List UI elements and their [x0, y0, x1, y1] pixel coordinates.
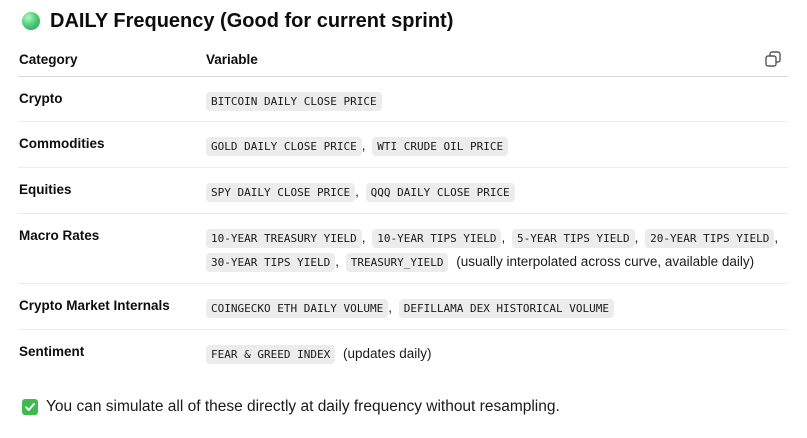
- check-mark-icon: [22, 399, 38, 415]
- variable-code: SPY DAILY CLOSE PRICE: [206, 183, 356, 202]
- table-header: Category Variable: [18, 44, 788, 77]
- variable-code: 10-YEAR TIPS YIELD: [372, 229, 502, 248]
- variable-cell: GOLD DAILY CLOSE PRICE, WTI CRUDE OIL PR…: [206, 134, 788, 158]
- table-row: Sentiment FEAR & GREED INDEX (updates da…: [18, 330, 788, 374]
- category-cell: Sentiment: [19, 344, 85, 359]
- column-header-variable: Variable: [206, 52, 258, 67]
- variable-code: GOLD DAILY CLOSE PRICE: [206, 137, 362, 156]
- variables-table: Category Variable Crypto BITCOIN DAILY C…: [18, 44, 788, 374]
- table-row: Equities SPY DAILY CLOSE PRICE, QQQ DAIL…: [18, 168, 788, 214]
- table-row: Crypto BITCOIN DAILY CLOSE PRICE: [18, 77, 788, 122]
- variable-code: WTI CRUDE OIL PRICE: [372, 137, 509, 156]
- variable-note: (usually interpolated across curve, avai…: [456, 254, 755, 269]
- variable-code: 20-YEAR TIPS YIELD: [645, 229, 775, 248]
- variable-code: 10-YEAR TREASURY YIELD: [206, 229, 362, 248]
- variable-code: QQQ DAILY CLOSE PRICE: [365, 183, 515, 202]
- section-heading-text: DAILY Frequency (Good for current sprint…: [50, 9, 454, 32]
- summary-note-text: You can simulate all of these directly a…: [46, 398, 560, 415]
- variable-note: (updates daily): [342, 346, 432, 361]
- column-header-category: Category: [19, 52, 78, 67]
- variable-cell: FEAR & GREED INDEX (updates daily): [206, 342, 788, 366]
- variable-code: 30-YEAR TIPS YIELD: [206, 253, 336, 272]
- category-cell: Crypto: [19, 91, 63, 106]
- variable-code: TREASURY_YIELD: [345, 253, 449, 272]
- category-cell: Macro Rates: [19, 228, 100, 243]
- table-row: Macro Rates 10-YEAR TREASURY YIELD, 10-Y…: [18, 214, 788, 284]
- category-cell: Crypto Market Internals: [19, 298, 170, 313]
- summary-note: You can simulate all of these directly a…: [22, 396, 560, 418]
- variable-code: COINGECKO ETH DAILY VOLUME: [206, 299, 389, 318]
- section-heading: DAILY Frequency (Good for current sprint…: [22, 8, 453, 34]
- table-row: Crypto Market Internals COINGECKO ETH DA…: [18, 284, 788, 330]
- copy-table-button[interactable]: [764, 50, 782, 68]
- variable-cell: COINGECKO ETH DAILY VOLUME, DEFILLAMA DE…: [206, 296, 788, 320]
- table-row: Commodities GOLD DAILY CLOSE PRICE, WTI …: [18, 122, 788, 168]
- variable-cell: SPY DAILY CLOSE PRICE, QQQ DAILY CLOSE P…: [206, 180, 788, 204]
- variable-code: DEFILLAMA DEX HISTORICAL VOLUME: [398, 299, 615, 318]
- variable-code: FEAR & GREED INDEX: [206, 345, 336, 364]
- green-orb-icon: [22, 12, 40, 30]
- category-cell: Equities: [19, 182, 72, 197]
- variable-cell: 10-YEAR TREASURY YIELD, 10-YEAR TIPS YIE…: [206, 226, 788, 274]
- copy-icon[interactable]: [764, 50, 782, 68]
- variable-cell: BITCOIN DAILY CLOSE PRICE: [206, 89, 788, 113]
- variable-code: 5-YEAR TIPS YIELD: [511, 229, 635, 248]
- category-cell: Commodities: [19, 136, 105, 151]
- variable-code: BITCOIN DAILY CLOSE PRICE: [206, 92, 382, 111]
